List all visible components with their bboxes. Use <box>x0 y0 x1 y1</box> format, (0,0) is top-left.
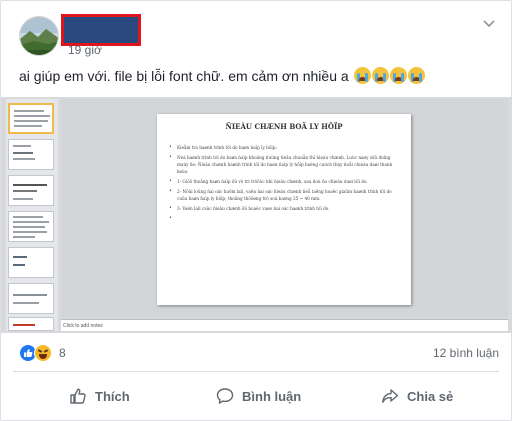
slide-thumbnail[interactable] <box>8 103 54 134</box>
slide-thumbnail[interactable] <box>8 211 54 242</box>
crying-face-icon <box>371 67 389 84</box>
author-avatar[interactable] <box>19 16 59 56</box>
thumbs-up-icon <box>70 388 86 404</box>
slide-title: ÑIEÀU CHÆNH BOÄ LY HÔÏP <box>225 122 343 131</box>
speech-bubble-icon <box>216 388 234 404</box>
slide-thumbnail[interactable] <box>8 139 54 170</box>
share-button[interactable]: Chia sẻ <box>381 383 453 409</box>
comment-count[interactable]: 12 bình luận <box>433 346 499 360</box>
like-button[interactable]: Thích <box>69 383 130 409</box>
comment-button[interactable]: Bình luận <box>216 383 301 409</box>
slide-thumbnail[interactable] <box>8 247 54 278</box>
chevron-down-icon[interactable] <box>483 19 495 29</box>
notes-input[interactable]: Click to add notes <box>61 319 508 331</box>
crying-face-icon <box>389 67 407 84</box>
like-button-label: Thích <box>95 388 130 404</box>
comment-button-label: Bình luận <box>242 388 302 404</box>
slide-thumbnail[interactable] <box>8 317 54 331</box>
slide-bullet-list: Kieåm tra haønh trình töï do baøn ñaïp l… <box>169 144 401 222</box>
divider <box>13 371 499 372</box>
reaction-count[interactable]: 8 <box>59 346 66 360</box>
post-card: 19 giờ ai giúp em với. file bị lỗi font … <box>0 0 512 421</box>
post-body: ai giúp em với. file bị lỗi font chữ. em… <box>19 67 425 85</box>
post-text: ai giúp em với. file bị lỗi font chữ. em… <box>19 68 349 84</box>
slide-thumbnail-panel <box>6 99 58 331</box>
post-timestamp[interactable]: 19 giờ <box>68 43 102 57</box>
redaction-box <box>64 17 138 43</box>
crying-face-icon <box>353 67 371 84</box>
slide-bullet: 3- Vaën laïi caùc ñieàu chænh ôû hoaëc v… <box>169 205 401 212</box>
share-button-label: Chia sẻ <box>407 388 454 404</box>
slide-thumbnail[interactable] <box>8 283 54 314</box>
author-name-redacted[interactable] <box>61 14 141 46</box>
slide-thumbnail[interactable] <box>8 175 54 206</box>
haha-reaction-icon <box>34 344 52 362</box>
crying-face-icon <box>407 67 425 84</box>
slide-bullet: 1- Giöõ thoâng baøn ñaïp ôû vò trí tröôù… <box>169 178 401 185</box>
slide-bullet: Kieåm tra haønh trình töï do baøn ñaïp l… <box>169 144 401 151</box>
slide-bullet: 2- Nôùi loûng ñai oác haõm laïi, vaën ña… <box>169 188 401 202</box>
slide-bullet: Neá haønh trình töï do baøn ñaïp khoâng … <box>169 154 401 175</box>
slide-canvas[interactable]: ÑIEÀU CHÆNH BOÄ LY HÔÏP Kieåm tra haønh … <box>157 114 411 305</box>
share-arrow-icon <box>382 389 399 403</box>
